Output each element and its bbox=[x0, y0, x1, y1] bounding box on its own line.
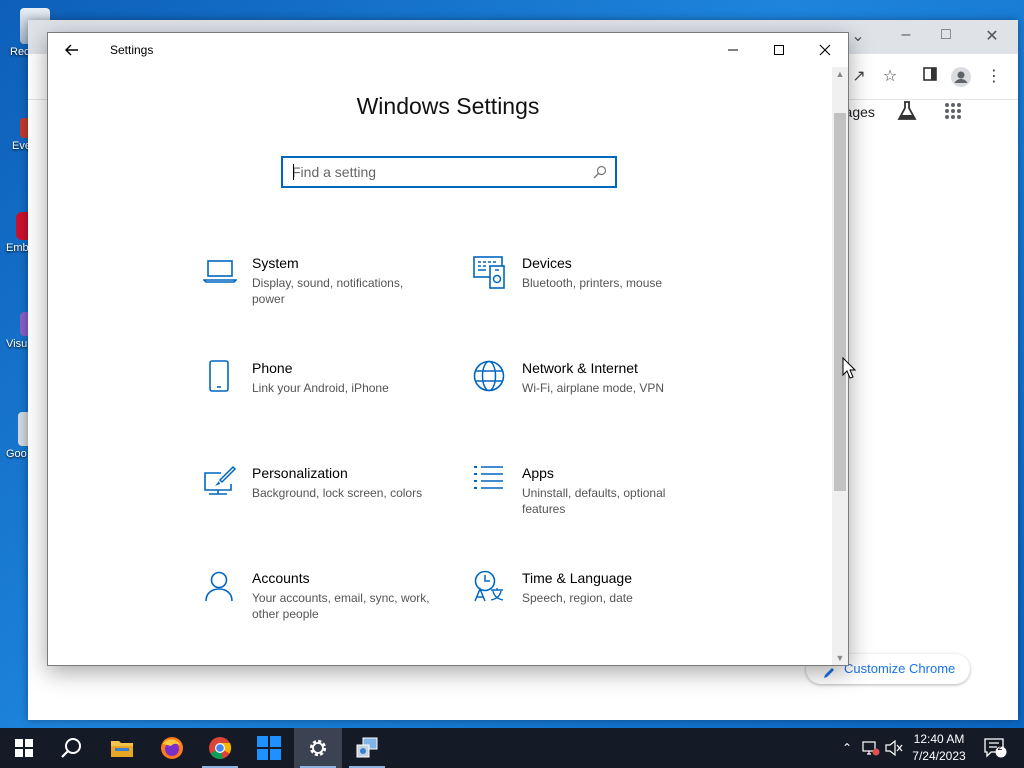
share-icon[interactable]: ↗ bbox=[848, 66, 870, 88]
network-status-icon[interactable] bbox=[860, 728, 882, 768]
tile-description: Display, sound, notifications, power bbox=[252, 276, 404, 306]
scroll-up-icon[interactable]: ▲ bbox=[832, 67, 848, 81]
taskbar-chrome[interactable] bbox=[196, 728, 244, 768]
tile-apps[interactable]: Apps Uninstall, defaults, optional featu… bbox=[473, 465, 723, 535]
laptop-icon bbox=[202, 255, 238, 289]
tile-title: System bbox=[252, 255, 299, 271]
show-hidden-icons[interactable]: ⌃ bbox=[838, 728, 856, 768]
tile-description: Background, lock screen, colors bbox=[252, 486, 423, 500]
gear-icon bbox=[309, 739, 327, 757]
bookmark-star-icon[interactable]: ☆ bbox=[879, 66, 901, 88]
apps-list-icon bbox=[473, 465, 507, 499]
back-arrow-icon[interactable] bbox=[60, 39, 84, 61]
time-language-icon bbox=[473, 570, 507, 604]
clock-time: 12:40 AM bbox=[913, 732, 965, 746]
maximize-icon[interactable]: □ bbox=[928, 26, 964, 44]
tile-description: Speech, region, date bbox=[522, 591, 633, 605]
page-title: Windows Settings bbox=[356, 93, 540, 119]
tile-system[interactable]: System Display, sound, notifications, po… bbox=[202, 255, 453, 325]
profile-avatar-icon[interactable] bbox=[950, 66, 972, 88]
search-icon[interactable] bbox=[593, 165, 607, 184]
notification-count: 2 bbox=[997, 742, 1003, 752]
tile-description: Your accounts, email, sync, work, other … bbox=[252, 591, 430, 621]
taskbar-search-button[interactable] bbox=[48, 728, 96, 768]
tile-title: Time & Language bbox=[522, 570, 632, 586]
windows-logo-icon bbox=[15, 739, 33, 757]
more-menu-icon[interactable]: ⋮ bbox=[983, 66, 1005, 88]
window-title: Settings bbox=[110, 43, 154, 57]
maximize-button[interactable] bbox=[756, 33, 802, 67]
tile-personalization[interactable]: Personalization Background, lock screen,… bbox=[203, 465, 453, 535]
tile-phone[interactable]: Phone Link your Android, iPhone bbox=[203, 360, 453, 430]
chrome-icon bbox=[209, 737, 232, 760]
side-panel-icon[interactable] bbox=[919, 66, 941, 88]
settings-window: Settings Windows Settings System Display… bbox=[47, 32, 849, 666]
app-grid-icon bbox=[257, 736, 281, 760]
settings-titlebar[interactable]: Settings bbox=[48, 33, 848, 67]
notification-center-button[interactable]: 2 bbox=[980, 728, 1010, 768]
tile-title: Phone bbox=[252, 360, 293, 376]
network-app-icon bbox=[356, 737, 378, 758]
taskbar-clock[interactable]: 12:40 AM 7/24/2023 bbox=[904, 731, 974, 765]
scrollbar-thumb[interactable] bbox=[834, 113, 846, 491]
devices-icon bbox=[473, 255, 507, 289]
tile-title: Accounts bbox=[252, 570, 310, 586]
taskbar-remote-app[interactable] bbox=[343, 728, 391, 768]
tile-title: Devices bbox=[522, 255, 572, 271]
tile-title: Apps bbox=[522, 465, 554, 481]
close-button[interactable] bbox=[802, 33, 848, 67]
scroll-down-icon[interactable]: ▼ bbox=[832, 651, 848, 665]
customize-chrome-label: Customize Chrome bbox=[844, 661, 956, 676]
volume-muted-icon[interactable] bbox=[884, 728, 904, 768]
tile-devices[interactable]: Devices Bluetooth, printers, mouse bbox=[473, 255, 723, 325]
tile-title: Network & Internet bbox=[522, 360, 638, 376]
tile-description: Link your Android, iPhone bbox=[252, 381, 389, 395]
taskbar-file-explorer[interactable] bbox=[98, 728, 146, 768]
folder-icon bbox=[111, 741, 133, 757]
taskbar-settings[interactable] bbox=[294, 728, 342, 768]
globe-icon bbox=[473, 360, 507, 394]
firefox-icon bbox=[161, 737, 183, 759]
close-icon[interactable]: ✕ bbox=[974, 26, 1010, 46]
start-button[interactable] bbox=[0, 728, 48, 768]
taskbar-app-grid[interactable] bbox=[245, 728, 293, 768]
tile-description: Bluetooth, printers, mouse bbox=[522, 276, 663, 290]
search-input[interactable] bbox=[292, 163, 582, 181]
phone-icon bbox=[203, 360, 237, 394]
minimize-button[interactable] bbox=[710, 33, 756, 67]
person-icon bbox=[203, 570, 237, 604]
labs-flask-icon[interactable] bbox=[896, 100, 918, 127]
google-apps-grid-icon[interactable] bbox=[944, 102, 962, 125]
search-box[interactable] bbox=[281, 156, 617, 188]
clock-date: 7/24/2023 bbox=[912, 749, 966, 763]
tile-network[interactable]: Network & Internet Wi-Fi, airplane mode,… bbox=[473, 360, 723, 430]
tile-title: Personalization bbox=[252, 465, 348, 481]
paintbrush-icon bbox=[203, 465, 237, 499]
tile-accounts[interactable]: Accounts Your accounts, email, sync, wor… bbox=[203, 570, 453, 640]
tile-description: Wi-Fi, airplane mode, VPN bbox=[522, 381, 665, 395]
taskbar-firefox[interactable] bbox=[148, 728, 196, 768]
tile-time-language[interactable]: Time & Language Speech, region, date bbox=[473, 570, 723, 640]
search-icon bbox=[61, 738, 81, 758]
text-caret bbox=[293, 164, 294, 180]
taskbar: ⌃ 12:40 AM 7/24/2023 2 bbox=[0, 728, 1024, 768]
minimize-icon[interactable]: – bbox=[888, 26, 924, 44]
tile-description: Uninstall, defaults, optional features bbox=[522, 486, 666, 516]
mouse-cursor-icon bbox=[842, 356, 857, 384]
